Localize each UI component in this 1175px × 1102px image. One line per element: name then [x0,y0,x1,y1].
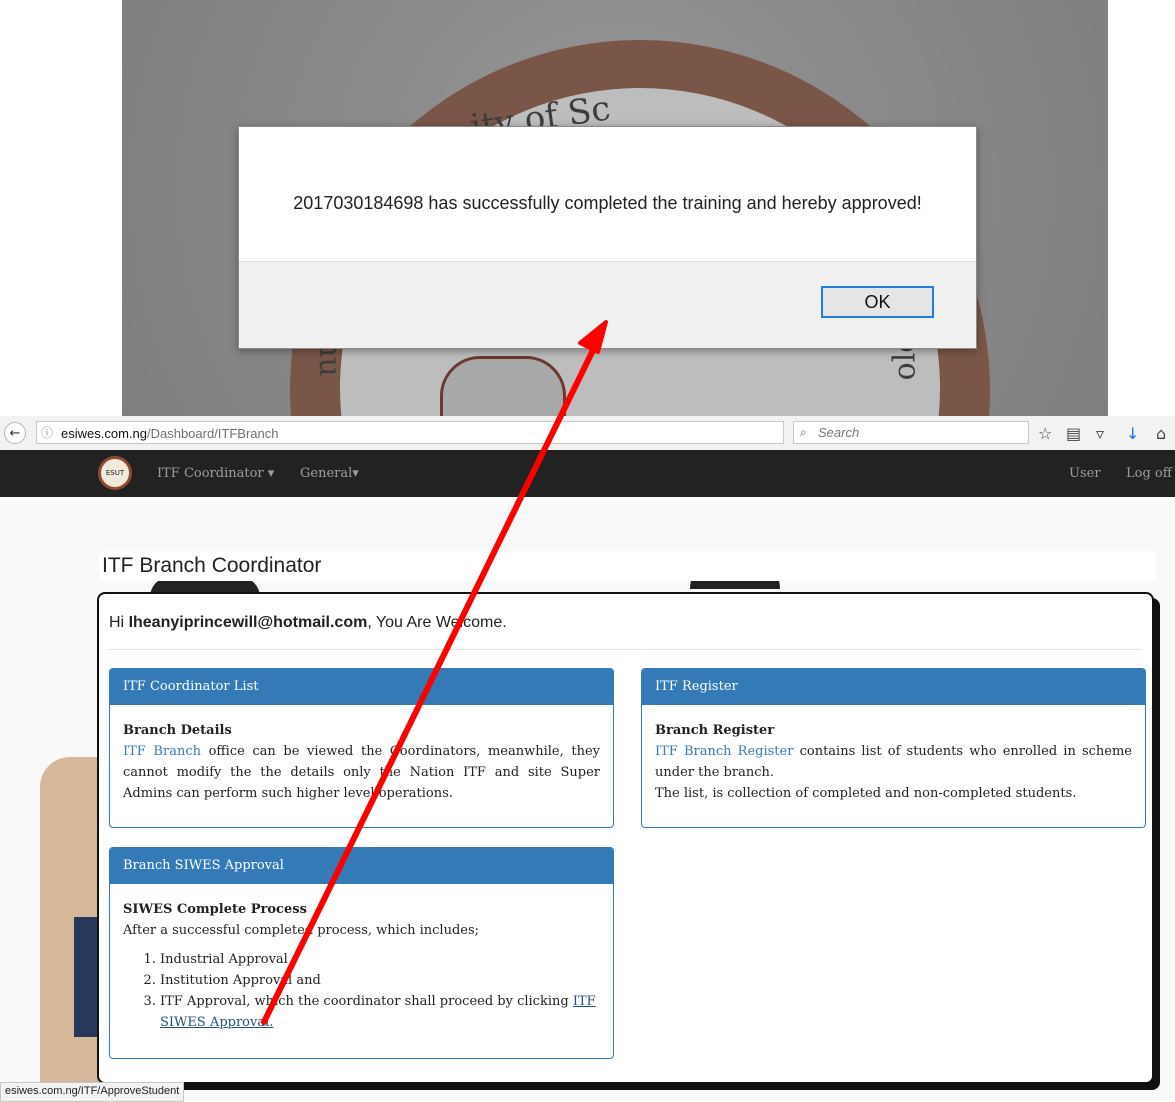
menu-itf-coordinator[interactable]: ITF Coordinator ▾ [157,466,274,481]
panel-coordinator-list: ITF Coordinator List Branch Details ITF … [109,668,614,828]
search-placeholder: Search [818,425,860,440]
welcome-prefix: Hi [109,614,129,631]
search-icon: ⌕ [800,425,807,439]
panel-body: Branch Details ITF Branch office can be … [110,705,613,804]
page-title: ITF Branch Coordinator [102,554,322,577]
list-item: Institution Approval and [160,970,600,991]
panel-header: ITF Coordinator List [110,669,613,705]
welcome-email: Iheanyiprincewill@hotmail.com [128,614,368,631]
panel-heading: Branch Register [655,723,775,738]
panel-heading: Branch Details [123,723,232,738]
alert-message: 2017030184698 has successfully completed… [293,193,922,213]
browser-status-bar: esiwes.com.ng/ITF/ApproveStudent [0,1082,185,1102]
divider [109,649,1142,650]
panel-body: SIWES Complete Process After a successfu… [110,884,613,1033]
address-bar[interactable]: ⓘ esiwes.com.ng/Dashboard/ITFBranch ↻ [36,421,811,445]
menu-general[interactable]: General▾ [300,466,359,481]
list-item: Industrial Approval [160,949,600,970]
welcome-suffix: , You Are Welcome. [367,614,507,631]
download-icon[interactable]: ↓ [1126,424,1139,443]
star-icon[interactable]: ☆ [1038,424,1052,443]
itf-branch-link[interactable]: ITF Branch [123,744,201,759]
seal-crest [440,356,566,416]
ok-button[interactable]: OK [821,286,934,318]
browser-search-input[interactable]: ⌕ Search [793,421,1029,444]
url-domain: esiwes.com.ng [61,426,147,441]
welcome-message: Hi Iheanyiprincewill@hotmail.com, You Ar… [109,614,507,632]
logoff-link[interactable]: Log off [1126,466,1172,481]
browser-toolbar: ← ⓘ esiwes.com.ng/Dashboard/ITFBranch ↻ … [0,416,1175,451]
esut-logo[interactable]: ESUT [98,456,132,490]
panel-heading: SIWES Complete Process [123,902,307,917]
url-text: esiwes.com.ng/Dashboard/ITFBranch [61,422,279,445]
alert-footer: OK [239,261,976,348]
back-arrow-icon[interactable]: ← [4,422,26,444]
panel-body: Branch Register ITF Branch Register cont… [642,705,1145,804]
app-navbar: ESUT ITF Coordinator ▾ General▾ User Log… [0,450,1175,497]
panel-text-2: The list, is collection of completed and… [655,786,1077,801]
alert-dialog: 2017030184698 has successfully completed… [238,126,977,349]
reading-list-icon[interactable]: ▤ [1066,424,1081,443]
itf-branch-register-link[interactable]: ITF Branch Register [655,744,793,759]
panel-header: ITF Register [642,669,1145,705]
user-link[interactable]: User [1069,466,1101,481]
pocket-icon[interactable]: ▿ [1096,424,1104,443]
panel-text-block: ITF Branch Register contains list of stu… [655,741,1132,783]
home-icon[interactable]: ⌂ [1156,424,1166,443]
panel-header: Branch SIWES Approval [110,848,613,884]
url-path: /Dashboard/ITFBranch [146,426,279,441]
list-item: ITF Approval, which the coordinator shal… [160,991,600,1033]
page-content: ITF Branch Coordinator Hi Iheanyiprincew… [0,497,1175,1100]
list-item-text: ITF Approval, which the coordinator shal… [160,994,573,1009]
panel-itf-register: ITF Register Branch Register ITF Branch … [641,668,1146,828]
approval-steps-list: Industrial Approval Institution Approval… [123,949,600,1033]
dashboard-card: Hi Iheanyiprincewill@hotmail.com, You Ar… [97,592,1154,1084]
page-title-bar: ITF Branch Coordinator [99,551,1156,581]
site-info-icon[interactable]: ⓘ [41,422,57,445]
panel-siwes-approval: Branch SIWES Approval SIWES Complete Pro… [109,847,614,1059]
panel-intro: After a successful completed process, wh… [123,923,480,938]
